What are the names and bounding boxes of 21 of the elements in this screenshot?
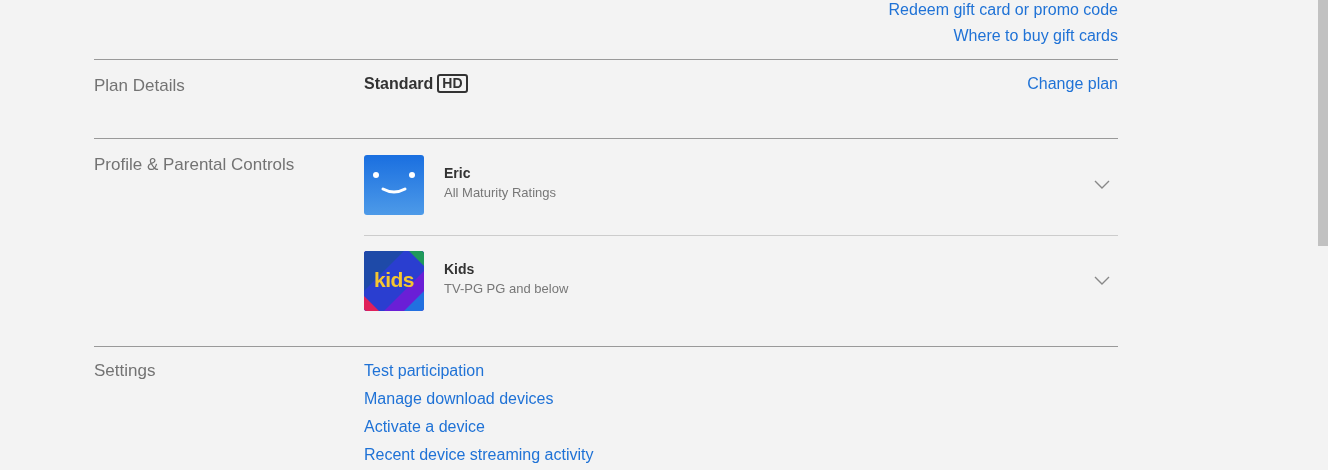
scrollbar[interactable]	[1318, 0, 1328, 246]
maturity-rating: All Maturity Ratings	[444, 184, 557, 200]
section-label: Plan Details	[94, 76, 186, 96]
section-label: Settings	[94, 361, 157, 382]
section-label: Profile & Parental Controls	[94, 155, 296, 176]
settings-link[interactable]: Activate a device	[364, 417, 594, 437]
settings-link[interactable]: Test participation	[364, 361, 594, 381]
gift-card-link[interactable]: Redeem gift card or promo code	[888, 0, 1118, 20]
settings-link[interactable]: Recent device streaming activity	[364, 445, 594, 465]
profile-avatar-icon	[364, 155, 424, 215]
profile-name: Kids	[444, 260, 476, 277]
chevron-down-icon[interactable]	[1094, 276, 1110, 286]
profile-name: Eric	[444, 164, 472, 181]
maturity-rating: TV-PG PG and below	[444, 280, 570, 296]
gift-card-link[interactable]: Where to buy gift cards	[953, 26, 1118, 46]
change-plan-link[interactable]: Change plan	[1027, 74, 1118, 94]
chevron-down-icon[interactable]	[1094, 180, 1110, 190]
kids-avatar: kids	[364, 251, 424, 311]
settings-link[interactable]: Manage download devices	[364, 389, 594, 409]
quality-badge: HD	[437, 74, 468, 93]
plan-name: Standard	[364, 74, 434, 93]
